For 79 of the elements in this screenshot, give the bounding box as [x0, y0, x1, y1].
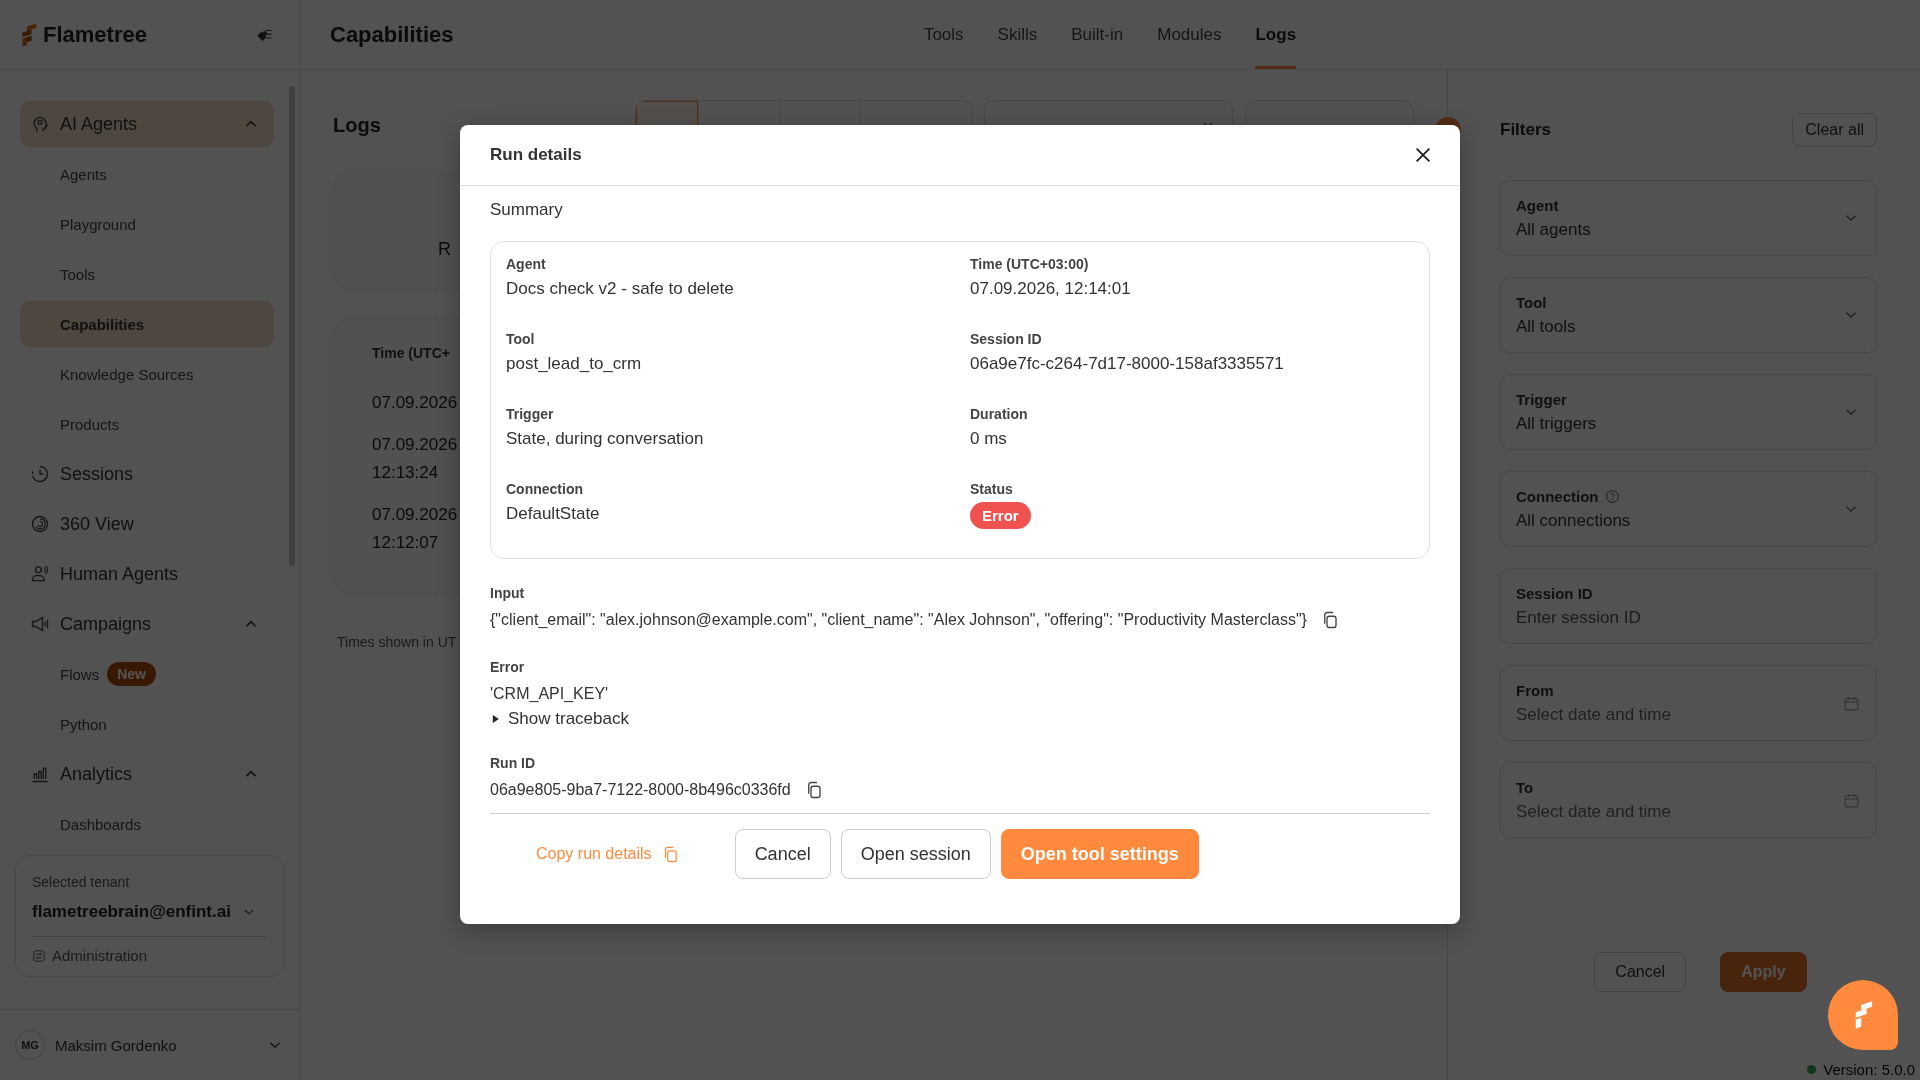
person-icon	[30, 564, 50, 584]
tab[interactable]: Modules	[1157, 0, 1222, 69]
nav-subitem[interactable]: Dashboards	[20, 801, 274, 847]
field-label: Status	[970, 480, 1014, 499]
traceback-toggle[interactable]: Show traceback	[490, 709, 1430, 729]
brand-name: Flametree	[43, 21, 147, 48]
dropdown-field[interactable]: Tool All tools	[1500, 277, 1877, 353]
nav-subitem[interactable]: Agents	[20, 151, 274, 197]
primary-button[interactable]: Open tool settings	[1000, 829, 1199, 879]
dropdown-field[interactable]: Connection All connections	[1500, 471, 1877, 547]
table-cell-text: 07.09.2026 12:12:07	[372, 504, 459, 554]
apply-button[interactable]: Apply	[1720, 952, 1807, 992]
nav-subitem[interactable]: Flows	[20, 651, 108, 697]
nav-subitem[interactable]: Python	[20, 701, 274, 747]
dropdown-field[interactable]: Agent All agents	[1500, 180, 1877, 256]
nav-subitem[interactable]: Capabilities	[20, 301, 274, 347]
calendar-icon	[1843, 694, 1860, 712]
user-menu[interactable]: MG Maksim Gordenko	[0, 1009, 299, 1080]
tab[interactable]: Logs	[1255, 0, 1297, 69]
nav-item[interactable]: Human Agents	[20, 551, 274, 597]
run-id-value: 06a9e805-9ba7-7122-8000-8b496c0336fd	[490, 780, 791, 800]
sliders-icon	[32, 948, 46, 963]
nav-item[interactable]: Analytics	[20, 751, 274, 797]
field-label: Agent	[506, 255, 547, 274]
new-badge: New	[107, 662, 156, 686]
field-label: Trigger	[506, 405, 555, 424]
dropdown-field[interactable]: Trigger All triggers	[1500, 374, 1877, 450]
version-text: Version: 5.0.0	[1823, 1061, 1915, 1078]
status-badge: Error	[970, 502, 1031, 529]
tab[interactable]: Built-in	[1071, 0, 1124, 69]
calendar-icon	[1843, 791, 1860, 809]
spiral-icon	[30, 514, 50, 534]
field-label: Duration	[970, 405, 1029, 424]
nav-subitem[interactable]: Knowledge Sources	[20, 351, 274, 397]
nav-item[interactable]: AI Agents	[20, 101, 274, 147]
card-text: R	[438, 239, 451, 260]
field-value: 07.09.2026, 12:14:01	[970, 278, 1132, 300]
logo-icon	[20, 21, 37, 48]
input-value: {"client_email": "alex.johnson@example.com", "client_name": "Alex Johnson", "offering": "Productivity Masterclass"}	[490, 610, 1307, 630]
status-dot	[1807, 1065, 1817, 1074]
field-value: State, during conversation	[506, 428, 705, 450]
page-title: Capabilities	[330, 21, 455, 48]
tab[interactable]: Tools	[923, 0, 964, 69]
field-label: Session ID	[970, 330, 1043, 349]
nav-subitem[interactable]: Tools	[20, 251, 274, 297]
field-label: Run ID	[490, 754, 537, 773]
field-value: DefaultState	[506, 503, 601, 525]
column-header: Time (UTC+	[372, 345, 451, 361]
nav-subitem[interactable]: Products	[20, 401, 274, 447]
table-cell-text: 07.09.2026 12:13:24	[372, 434, 459, 484]
megaphone-icon	[30, 614, 50, 634]
nav-subitem[interactable]: Playground	[20, 201, 274, 247]
copy-run-details-link[interactable]: Copy run details	[536, 845, 679, 863]
secondary-button[interactable]: Open session	[840, 829, 991, 879]
dialog-title: Run details	[490, 145, 582, 165]
section-title: Summary	[490, 200, 564, 220]
cancel-button[interactable]: Cancel	[1594, 952, 1687, 992]
field-label: Input	[490, 584, 526, 603]
tenant-dropdown[interactable]: flametreebrain@enfint.ai	[32, 902, 267, 937]
field-label: Time (UTC+03:00)	[970, 255, 1090, 274]
clear-all-button[interactable]: Clear all	[1792, 113, 1877, 147]
table-cell-text: 07.09.2026	[372, 392, 459, 414]
nav-item[interactable]: Campaigns	[20, 601, 274, 647]
field-value: 0 ms	[970, 428, 1008, 450]
nav-item[interactable]: Sessions	[20, 451, 274, 497]
field-label: Error	[490, 658, 526, 677]
field-value: 06a9e7fc-c264-7d17-8000-158af3335571	[970, 353, 1285, 375]
secondary-button[interactable]: Cancel	[734, 829, 831, 879]
field-value: Docs check v2 - safe to delete	[506, 278, 735, 300]
error-value: 'CRM_API_KEY'	[490, 684, 609, 704]
field-value: post_lead_to_crm	[506, 353, 643, 375]
panel-title: Filters	[1500, 120, 1552, 140]
field-label: Connection	[506, 480, 584, 499]
field-label: Tool	[506, 330, 536, 349]
section-title: Logs	[333, 113, 382, 137]
logo-icon	[1853, 1001, 1873, 1029]
tab[interactable]: Skills	[997, 0, 1038, 69]
nav-item[interactable]: 360 View	[20, 501, 274, 547]
clock-icon	[30, 464, 50, 484]
